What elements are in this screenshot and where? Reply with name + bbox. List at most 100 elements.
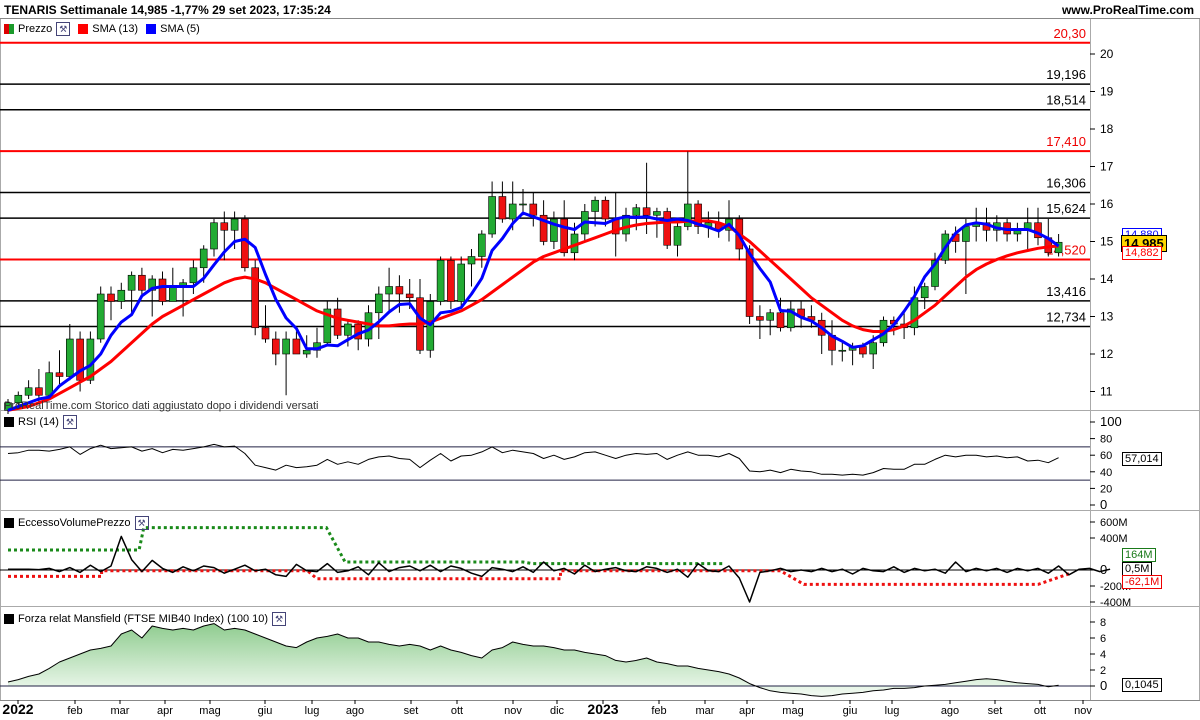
mansfield-tick-label: 0: [1100, 678, 1107, 693]
level-label: 16,306: [1046, 176, 1086, 191]
mansfield-tick-label: 8: [1100, 617, 1106, 629]
x-tick-label: nov: [1074, 705, 1092, 717]
candle-body: [673, 226, 682, 246]
candle-body: [467, 256, 476, 265]
volume-tick-label: -400M: [1100, 597, 1131, 609]
volume-lower-pill: -62,1M: [1122, 575, 1163, 589]
candle-body: [395, 286, 404, 295]
mansfield-area: [8, 623, 1059, 697]
candle-body: [230, 218, 239, 231]
panel-frame: [0, 18, 1200, 411]
candle-body: [477, 233, 486, 257]
candle-body: [292, 338, 301, 355]
candle-body: [220, 222, 229, 231]
candle-body: [24, 387, 33, 396]
level-label: 17,410: [1046, 134, 1086, 149]
site-link[interactable]: www.ProRealTime.com: [1062, 3, 1194, 17]
chart-window: 20 19 18 17 16 15 14 13 12 11 20,30 19,196 18,514 17,…: [0, 0, 1200, 720]
candle-body: [333, 308, 342, 336]
rsi-swatch: [4, 417, 14, 427]
x-tick-label: giu: [258, 705, 273, 717]
price-tick-label: 20: [1100, 47, 1114, 61]
price-tick-label: 16: [1100, 197, 1114, 211]
mansfield-tick-label: 2: [1100, 665, 1106, 677]
x-tick-label: feb: [651, 705, 666, 717]
price-tick-label: 15: [1100, 235, 1114, 249]
candle-body: [251, 267, 259, 329]
x-tick-label: set: [404, 705, 419, 717]
rsi-tick-label: 100: [1100, 414, 1122, 429]
candle-body: [35, 387, 43, 396]
sma5-line: [7, 211, 1060, 412]
candle-body: [189, 267, 198, 284]
price-tick-label: 14: [1100, 272, 1114, 286]
candle-body: [508, 203, 517, 220]
candle-body: [138, 274, 146, 291]
price-legend: Prezzo ⚒ SMA (13) SMA (5): [4, 22, 200, 36]
candle-body: [436, 259, 445, 302]
x-tick-label: giu: [843, 705, 858, 717]
rsi-legend: RSI (14) ⚒: [4, 415, 77, 429]
mansfield-tick-label: 6: [1100, 633, 1106, 645]
wrench-icon[interactable]: ⚒: [56, 22, 71, 36]
candle-body: [642, 207, 651, 216]
volume-swatch: [4, 518, 14, 528]
mansfield-legend: Forza relat Mansfield (FTSE MIB40 Index)…: [4, 612, 287, 626]
candle-body: [683, 203, 692, 227]
level-label: 13,416: [1046, 284, 1086, 299]
rsi-line: [7, 443, 1059, 476]
panel-frame: [0, 410, 1200, 511]
candle-body: [210, 222, 218, 250]
candle-body: [199, 248, 208, 269]
candle-body: [127, 274, 136, 291]
mansfield-title: Forza relat Mansfield (FTSE MIB40 Index)…: [18, 613, 269, 625]
x-tick-label: apr: [739, 705, 755, 717]
candle-body: [653, 211, 661, 216]
volume-tick-label: 600M: [1100, 517, 1128, 529]
candle-body: [920, 286, 929, 299]
candle-body: [169, 286, 177, 302]
price-watermark: ProRealTime.com Storico dati aggiustato …: [4, 400, 319, 412]
candle-body: [282, 338, 290, 355]
candle-body: [45, 372, 54, 396]
rsi-wrench-icon[interactable]: ⚒: [62, 415, 77, 429]
x-tick-label: lug: [885, 705, 900, 717]
candle-body: [241, 218, 249, 269]
volume-legend: EccessoVolumePrezzo ⚒: [4, 516, 149, 530]
candle-body: [869, 342, 878, 355]
volume-wrench-icon[interactable]: ⚒: [134, 516, 149, 530]
candle-body: [405, 293, 414, 299]
legend-sma5-label: SMA (5): [160, 23, 200, 35]
x-tick-label: ago: [346, 705, 364, 717]
candle-body: [374, 293, 383, 314]
level-label: 14,520: [1046, 243, 1086, 258]
x-tick-label: dic: [550, 705, 565, 717]
x-tick-label: mar: [111, 705, 130, 717]
candle-icon: [4, 24, 14, 34]
x-tick-label: mag: [199, 705, 220, 717]
legend-price-label: Prezzo: [18, 23, 53, 35]
x-tick-label: apr: [157, 705, 173, 717]
x-tick-label: ott: [451, 705, 463, 717]
price-tick-label: 12: [1100, 347, 1114, 361]
level-label: 18,514: [1046, 93, 1086, 108]
candle-body: [302, 349, 311, 355]
level-label: 20,30: [1053, 26, 1086, 41]
panel-frame: [0, 510, 1200, 607]
level-label: 15,624: [1046, 201, 1086, 216]
price-tick-label: 13: [1100, 310, 1114, 324]
x-tick-label: ott: [1034, 705, 1046, 717]
rsi-title: RSI (14): [18, 416, 59, 428]
candle-body: [632, 207, 641, 216]
rsi-tick-label: 60: [1100, 450, 1112, 462]
volume-upper-band: [8, 526, 725, 566]
x-tick-label: mar: [696, 705, 715, 717]
candle-body: [601, 199, 610, 220]
price-tick-label: 17: [1100, 160, 1114, 174]
legend-sma13-label: SMA (13): [92, 23, 139, 35]
x-tick-label: 2022: [2, 701, 33, 717]
candle-body: [447, 259, 455, 302]
candle-body: [55, 372, 64, 377]
candle-body: [776, 312, 785, 329]
mansfield-wrench-icon[interactable]: ⚒: [272, 612, 287, 626]
